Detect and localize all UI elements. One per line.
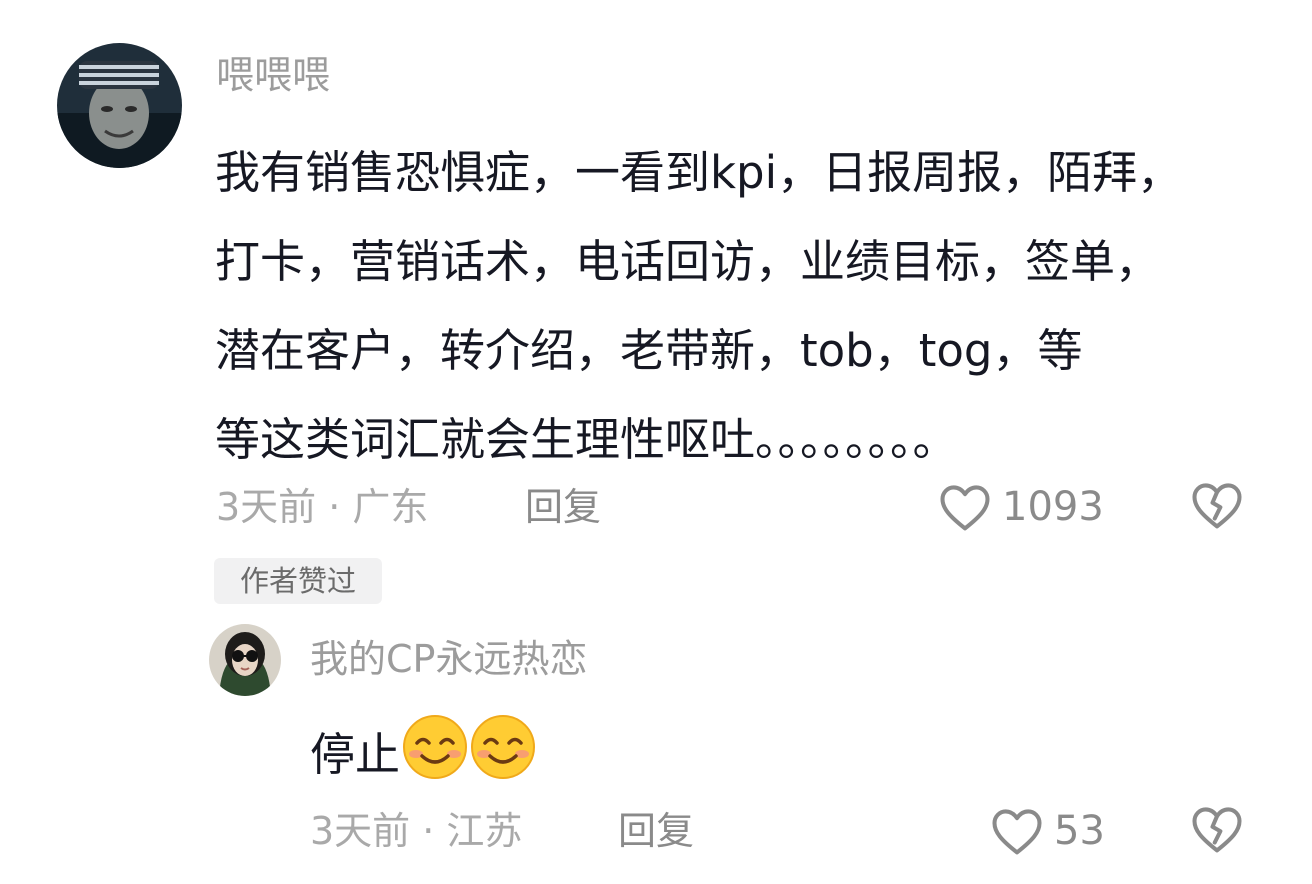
comment-reply-button[interactable]: 回复 [525, 484, 601, 530]
broken-heart-icon [1192, 807, 1242, 853]
reply-time-location: 3天前 · 江苏 [310, 809, 523, 853]
replier-username[interactable]: 我的CP永远热恋 [310, 636, 587, 682]
reply-reply-button[interactable]: 回复 [618, 808, 694, 854]
replier-avatar[interactable] [209, 624, 281, 696]
reply-like-button[interactable]: 53 [990, 804, 1105, 858]
reply-dislike-button[interactable] [1190, 804, 1244, 854]
reply-text-content: 停止 [310, 728, 401, 781]
comment-text-line: 潜在客户，转介绍，老带新，tob，tog，等 [215, 324, 1083, 377]
comment-like-button[interactable]: 1093 [938, 480, 1104, 534]
author-liked-badge: 作者赞过 [214, 558, 382, 604]
reply-text: 停止 [310, 714, 536, 785]
replier-avatar-image [209, 624, 281, 696]
commenter-username[interactable]: 喂喂喂 [216, 52, 330, 98]
comment-time-location: 3天前 · 广东 [216, 485, 429, 529]
comment-like-count: 1093 [1002, 484, 1104, 530]
reply-like-count: 53 [1054, 808, 1105, 854]
broken-heart-icon [1192, 483, 1242, 529]
comment-dislike-button[interactable] [1190, 480, 1244, 530]
heart-outline-icon [940, 485, 990, 531]
comment-text: 我有销售恐惧症，一看到kpi，日报周报，陌拜， 打卡，营销话术，电话回访，业绩目… [215, 128, 1275, 484]
smiling-face-emoji [471, 715, 536, 779]
comment-text-line: 打卡，营销话术，电话回访，业绩目标，签单， [215, 235, 1161, 288]
commenter-avatar[interactable] [57, 43, 182, 168]
comment-text-line: 等这类词汇就会生理性呕吐。。。。。。。。 [215, 413, 958, 466]
smiling-face-emoji [403, 715, 468, 779]
heart-outline-icon [992, 809, 1042, 855]
comment-text-line: 我有销售恐惧症，一看到kpi，日报周报，陌拜， [215, 146, 1183, 199]
commenter-avatar-image [57, 43, 182, 168]
